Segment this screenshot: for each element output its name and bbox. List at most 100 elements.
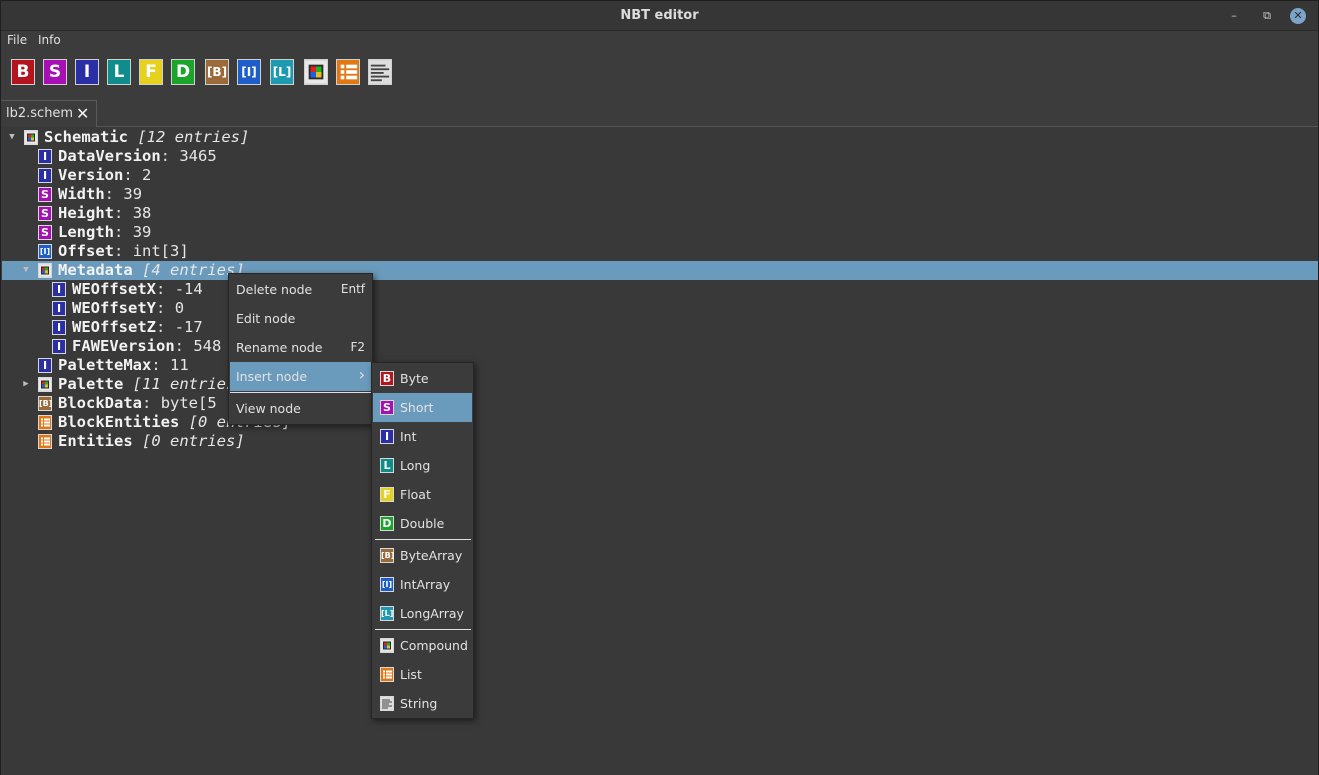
short-tag-icon: S bbox=[38, 225, 52, 240]
insert-byte-item[interactable]: B Byte bbox=[373, 364, 472, 393]
tree-node[interactable]: I WEOffsetY: 0 bbox=[2, 299, 1318, 318]
insert-short-item[interactable]: S Short bbox=[373, 393, 472, 422]
toolbar-long-button[interactable]: L bbox=[107, 59, 131, 85]
menu-info[interactable]: Info bbox=[38, 33, 61, 47]
insert-long-item[interactable]: L Long bbox=[373, 451, 472, 480]
int-array-tag-icon: [I] bbox=[237, 59, 261, 85]
maximize-icon[interactable]: ⧉ bbox=[1258, 7, 1276, 25]
node-value: 548 bbox=[193, 337, 222, 355]
tree-node[interactable]: I PaletteMax: 11 bbox=[2, 356, 1318, 375]
nbt-tree[interactable]: ▼ Schematic [12 entries] I DataVersion: 346… bbox=[1, 127, 1318, 775]
insert-compound-item[interactable]: Compound bbox=[373, 631, 472, 660]
node-value: 0 bbox=[174, 299, 185, 317]
insert-int-item[interactable]: I Int bbox=[373, 422, 472, 451]
tree-node[interactable]: ▼ Schematic [12 entries] bbox=[2, 128, 1318, 147]
expand-arrow-icon[interactable]: ▼ bbox=[20, 261, 32, 280]
short-tag-icon: S bbox=[380, 400, 394, 415]
compound-tag-icon bbox=[38, 377, 52, 392]
insert-long-array-item[interactable]: [L] LongArray bbox=[373, 599, 472, 628]
toolbar-long-array-button[interactable]: [L] bbox=[270, 59, 294, 85]
toolbar-int-array-button[interactable]: [I] bbox=[237, 59, 261, 85]
toolbar-double-button[interactable]: D bbox=[171, 59, 195, 85]
node-value: [0 entries] bbox=[142, 432, 245, 450]
tree-node[interactable]: [B] BlockData: byte[5 bbox=[2, 394, 1318, 413]
string-tag-icon bbox=[380, 696, 394, 711]
toolbar-string-button[interactable] bbox=[368, 59, 392, 85]
tree-node-text: BlockData: byte[5 bbox=[58, 394, 217, 413]
insert-list-item[interactable]: List bbox=[373, 660, 472, 689]
int-tag-icon: I bbox=[75, 59, 99, 85]
node-value: 39 bbox=[123, 185, 143, 203]
delete-node-item[interactable]: Delete node Entf bbox=[230, 275, 371, 304]
tree-node[interactable]: ▼ Metadata [4 entries] bbox=[2, 261, 1318, 280]
byte-array-tag-icon: [B] bbox=[205, 59, 229, 85]
node-name: Length bbox=[58, 223, 114, 241]
list-tag-icon bbox=[380, 667, 394, 682]
int-tag-icon: I bbox=[52, 339, 66, 354]
insert-int-array-item[interactable]: [I] IntArray bbox=[373, 570, 472, 599]
close-tab-icon[interactable]: ✕ bbox=[76, 104, 89, 123]
tree-node[interactable]: I DataVersion: 3465 bbox=[2, 147, 1318, 166]
insert-string-item[interactable]: String bbox=[373, 689, 472, 718]
int-tag-icon: I bbox=[52, 301, 66, 316]
toolbar-byte-array-button[interactable]: [B] bbox=[205, 59, 229, 85]
int-tag-icon: I bbox=[380, 429, 394, 444]
list-tag-icon bbox=[336, 59, 360, 85]
menu-file[interactable]: File bbox=[7, 33, 27, 47]
list-tag-icon bbox=[38, 415, 52, 430]
collapse-arrow-icon[interactable]: ▶ bbox=[20, 375, 32, 394]
insert-item-label: Double bbox=[400, 516, 445, 531]
tree-node-text: Width: 39 bbox=[58, 185, 142, 204]
toolbar-short-button[interactable]: S bbox=[43, 59, 67, 85]
tree-node[interactable]: BlockEntities [0 entries] bbox=[2, 413, 1318, 432]
tree-node[interactable]: I FAWEVersion: 548 bbox=[2, 337, 1318, 356]
context-menu: Delete node Entf Edit node Rename node F… bbox=[228, 273, 373, 425]
node-name: BlockEntities bbox=[58, 413, 180, 431]
toolbar-compound-button[interactable] bbox=[304, 59, 328, 85]
menu-separator bbox=[230, 392, 371, 393]
int-tag-icon: I bbox=[38, 358, 52, 373]
node-value: byte[5 bbox=[160, 394, 217, 412]
toolbar-byte-button[interactable]: B bbox=[11, 59, 35, 85]
tab-label: lb2.schem bbox=[6, 106, 74, 121]
tree-node[interactable]: S Length: 39 bbox=[2, 223, 1318, 242]
insert-float-item[interactable]: F Float bbox=[373, 480, 472, 509]
insert-node-submenu: B Byte S Short I Int L Long F Float D Double [B] Byte… bbox=[371, 362, 474, 719]
tree-node[interactable]: I Version: 2 bbox=[2, 166, 1318, 185]
float-tag-icon: F bbox=[139, 59, 163, 85]
insert-item-label: ByteArray bbox=[400, 548, 463, 563]
node-name: Width bbox=[58, 185, 105, 203]
toolbar-list-button[interactable] bbox=[336, 59, 360, 85]
tree-node[interactable]: Entities [0 entries] bbox=[2, 432, 1318, 451]
node-name: FAWEVersion bbox=[72, 337, 175, 355]
toolbar-int-button[interactable]: I bbox=[75, 59, 99, 85]
window-title: NBT editor bbox=[620, 8, 699, 23]
toolbar-float-button[interactable]: F bbox=[139, 59, 163, 85]
node-name: WEOffsetX bbox=[72, 280, 156, 298]
tree-node[interactable]: ▶ Palette [11 entries] bbox=[2, 375, 1318, 394]
insert-item-label: Long bbox=[400, 458, 431, 473]
insert-node-item[interactable]: Insert node › bbox=[230, 362, 371, 391]
double-tag-icon: D bbox=[380, 516, 394, 531]
tree-node[interactable]: S Width: 39 bbox=[2, 185, 1318, 204]
view-node-item[interactable]: View node bbox=[230, 394, 371, 423]
tree-node[interactable]: [I] Offset: int[3] bbox=[2, 242, 1318, 261]
tree-node[interactable]: S Height: 38 bbox=[2, 204, 1318, 223]
tree-node[interactable]: I WEOffsetX: -14 bbox=[2, 280, 1318, 299]
rename-node-item[interactable]: Rename node F2 bbox=[230, 333, 371, 362]
insert-item-label: LongArray bbox=[400, 606, 464, 621]
int-tag-icon: I bbox=[38, 149, 52, 164]
title-bar[interactable]: NBT editor – ⧉ ✕ bbox=[1, 1, 1318, 31]
tab-lb2-schem[interactable]: lb2.schem ✕ bbox=[1, 100, 97, 127]
node-separator: : bbox=[114, 204, 124, 222]
tree-node-text: WEOffsetX: -14 bbox=[72, 280, 203, 299]
node-value: 2 bbox=[142, 166, 152, 184]
node-name: Offset bbox=[58, 242, 114, 260]
edit-node-item[interactable]: Edit node bbox=[230, 304, 371, 333]
tree-node[interactable]: I WEOffsetZ: -17 bbox=[2, 318, 1318, 337]
minimize-icon[interactable]: – bbox=[1225, 7, 1243, 25]
insert-double-item[interactable]: D Double bbox=[373, 509, 472, 538]
close-window-icon[interactable]: ✕ bbox=[1290, 8, 1306, 24]
expand-arrow-icon[interactable]: ▼ bbox=[6, 128, 18, 147]
insert-byte-array-item[interactable]: [B] ByteArray bbox=[373, 541, 472, 570]
